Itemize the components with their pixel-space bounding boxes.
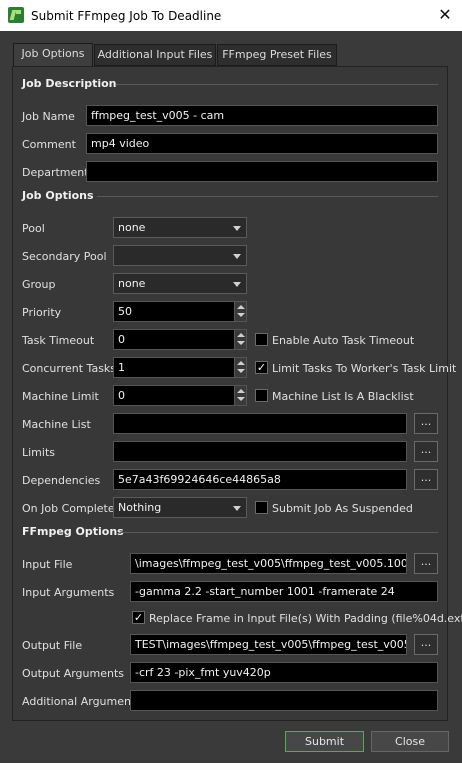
tab-job-options[interactable]: Job Options (13, 43, 93, 67)
priority-spinbox[interactable]: 50 (113, 301, 247, 322)
priority-label: Priority (22, 306, 62, 319)
auto-timeout-checkbox[interactable] (255, 333, 268, 346)
input-arguments-label: Input Arguments (22, 586, 115, 599)
replace-frame-label: Replace Frame in Input File(s) With Padd… (149, 612, 462, 625)
department-label: Department (22, 166, 89, 179)
comment-input[interactable]: mp4 video (86, 133, 438, 154)
spin-up-icon[interactable] (237, 361, 245, 365)
input-file-label: Input File (22, 558, 73, 571)
task-timeout-value: 0 (118, 333, 125, 346)
job-name-input[interactable]: ffmpeg_test_v005 - cam (86, 105, 438, 126)
input-arguments-input[interactable]: -gamma 2.2 -start_number 1001 -framerate… (130, 581, 438, 602)
chevron-down-icon (233, 226, 241, 231)
spin-up-icon[interactable] (237, 389, 245, 393)
concurrent-tasks-label: Concurrent Tasks (22, 362, 117, 375)
spin-down-icon[interactable] (237, 397, 245, 401)
comment-label: Comment (22, 138, 76, 151)
chevron-down-icon (233, 254, 241, 259)
divider (120, 532, 438, 533)
submit-button[interactable]: Submit (285, 731, 364, 752)
chevron-down-icon (233, 506, 241, 511)
spin-down-icon[interactable] (237, 313, 245, 317)
additional-arguments-input[interactable] (130, 690, 438, 711)
on-job-complete-value: Nothing (118, 501, 162, 514)
limit-tasks-checkbox[interactable]: ✓ (255, 361, 268, 374)
limits-label: Limits (22, 446, 55, 459)
spin-buttons[interactable] (234, 358, 246, 377)
output-file-input[interactable]: TEST\images\ffmpeg_test_v005\ffmpeg_test… (130, 634, 407, 655)
department-input[interactable] (86, 161, 438, 182)
deadline-app-icon (8, 7, 24, 23)
machine-limit-spinbox[interactable]: 0 (113, 385, 247, 406)
spin-buttons[interactable] (234, 302, 246, 321)
tab-ffmpeg-preset-files[interactable]: FFmpeg Preset Files (217, 44, 337, 66)
secondary-pool-select[interactable] (113, 245, 247, 266)
section-title-job-options: Job Options (22, 189, 94, 202)
chevron-down-icon (233, 282, 241, 287)
replace-frame-checkbox[interactable]: ✓ (132, 611, 145, 624)
machine-limit-value: 0 (118, 389, 125, 402)
machine-list-input[interactable] (113, 413, 407, 434)
group-select[interactable]: none (113, 273, 247, 294)
dependencies-browse-button[interactable]: ... (414, 469, 438, 490)
machine-list-label: Machine List (22, 418, 91, 431)
divider (97, 196, 438, 197)
dependencies-input[interactable]: 5e7a43f69924646ce44865a8 (113, 469, 407, 490)
output-arguments-input[interactable]: -crf 23 -pix_fmt yuv420p (130, 662, 438, 683)
pool-label: Pool (22, 222, 45, 235)
spin-buttons[interactable] (234, 330, 246, 349)
section-title-job-description: Job Description (22, 77, 117, 90)
output-arguments-label: Output Arguments (22, 667, 125, 680)
dependencies-label: Dependencies (22, 474, 101, 487)
suspended-label: Submit Job As Suspended (272, 502, 413, 515)
auto-timeout-label: Enable Auto Task Timeout (272, 334, 415, 347)
on-job-complete-select[interactable]: Nothing (113, 497, 247, 518)
title-bar: Submit FFmpeg Job To Deadline ✕ (0, 0, 462, 31)
output-file-label: Output File (22, 639, 83, 652)
pool-select-value: none (118, 221, 146, 234)
machine-list-browse-button[interactable]: ... (414, 413, 438, 434)
priority-value: 50 (118, 305, 132, 318)
group-label: Group (22, 278, 56, 291)
spin-buttons[interactable] (234, 386, 246, 405)
suspended-checkbox[interactable] (255, 501, 268, 514)
on-job-complete-label: On Job Complete (22, 502, 115, 515)
input-file-input[interactable]: \images\ffmpeg_test_v005\ffmpeg_test_v00… (130, 553, 407, 574)
spin-down-icon[interactable] (237, 369, 245, 373)
limits-input[interactable] (113, 441, 407, 462)
pool-select[interactable]: none (113, 217, 247, 238)
concurrent-tasks-spinbox[interactable]: 1 (113, 357, 247, 378)
limit-tasks-label: Limit Tasks To Worker's Task Limit (272, 362, 457, 375)
output-file-browse-button[interactable]: ... (414, 634, 438, 655)
job-name-label: Job Name (22, 110, 75, 123)
task-timeout-spinbox[interactable]: 0 (113, 329, 247, 350)
close-icon[interactable]: ✕ (430, 2, 460, 28)
section-title-ffmpeg-options: FFmpeg Options (22, 525, 124, 538)
window-title: Submit FFmpeg Job To Deadline (31, 9, 222, 23)
tab-additional-input-files[interactable]: Additional Input Files (94, 44, 216, 66)
divider (116, 84, 438, 85)
spin-up-icon[interactable] (237, 333, 245, 337)
input-file-browse-button[interactable]: ... (414, 553, 438, 574)
limits-browse-button[interactable]: ... (414, 441, 438, 462)
group-select-value: none (118, 277, 146, 290)
blacklist-label: Machine List Is A Blacklist (272, 390, 414, 403)
concurrent-tasks-value: 1 (118, 361, 125, 374)
secondary-pool-label: Secondary Pool (22, 250, 107, 263)
blacklist-checkbox[interactable] (255, 389, 268, 402)
task-timeout-label: Task Timeout (22, 334, 95, 347)
close-button[interactable]: Close (371, 731, 449, 752)
machine-limit-label: Machine Limit (22, 390, 99, 403)
spin-down-icon[interactable] (237, 341, 245, 345)
additional-arguments-label: Additional Arguments (22, 695, 142, 708)
spin-up-icon[interactable] (237, 305, 245, 309)
